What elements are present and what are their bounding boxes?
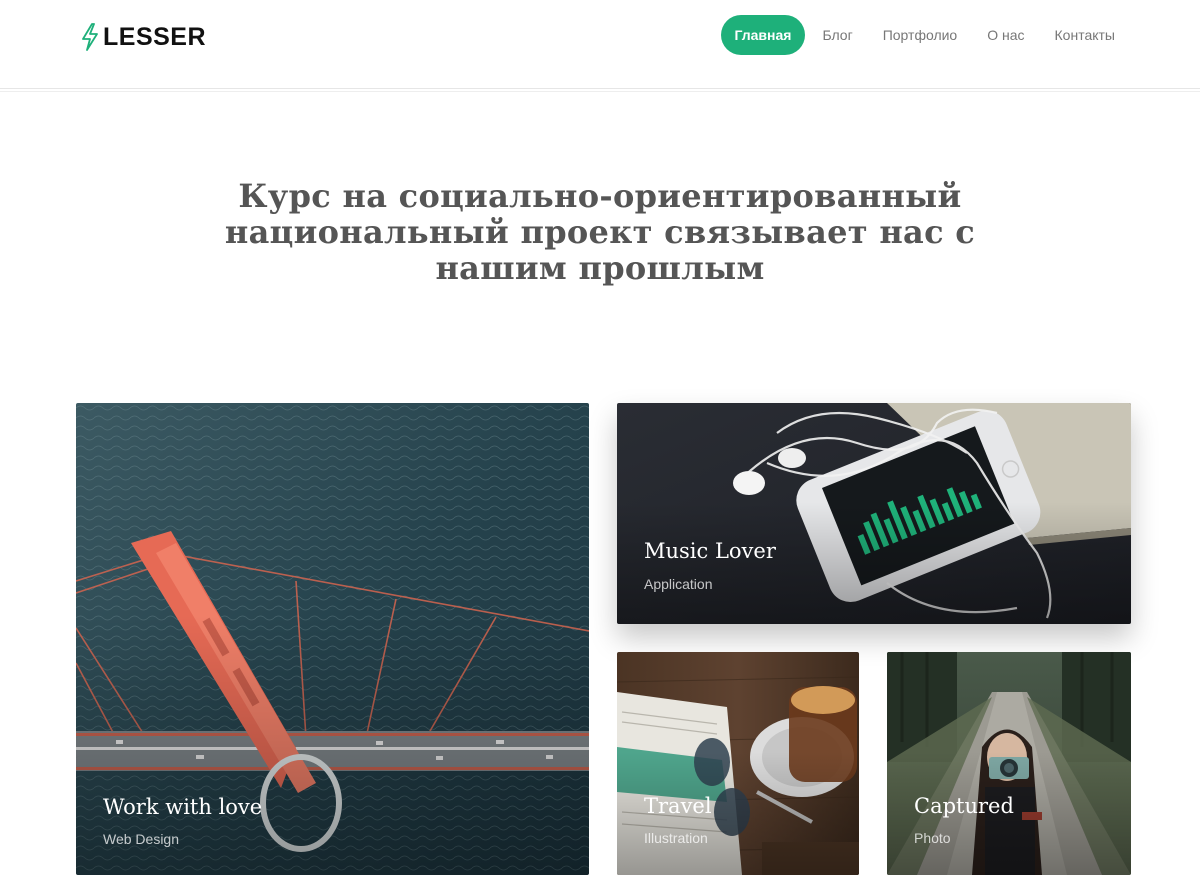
card-title: Travel xyxy=(644,794,712,818)
hero-line-2: национальный проект связывает нас с xyxy=(224,213,976,251)
hero-heading: Курс на социально-ориентированный национ… xyxy=(200,178,1000,286)
card-category: Photo xyxy=(914,830,951,846)
portfolio-card-music-lover[interactable]: Music Lover Application xyxy=(617,403,1131,624)
hero-line-3: нашим прошлым xyxy=(435,249,765,287)
card-title: Music Lover xyxy=(644,539,776,563)
portfolio-card-travel[interactable]: Travel Illustration xyxy=(617,652,859,875)
card-category: Application xyxy=(644,576,713,592)
nav-item-about[interactable]: О нас xyxy=(972,15,1039,55)
header-divider xyxy=(0,88,1200,92)
brand-name: LESSER xyxy=(103,22,207,51)
brand-logo[interactable]: LESSER xyxy=(80,22,206,52)
nav-item-contacts[interactable]: Контакты xyxy=(1040,15,1130,55)
card-category: Illustration xyxy=(644,830,708,846)
card-category: Web Design xyxy=(103,831,180,847)
portfolio-card-work-with-love[interactable]: Work with love Web Design xyxy=(76,403,589,875)
portfolio-card-captured[interactable]: Captured Photo xyxy=(887,652,1131,875)
card-title: Work with love xyxy=(103,795,263,819)
site-header: LESSER Главная Блог Портфолио О нас Конт… xyxy=(0,0,1200,88)
hero-line-1: Курс на социально-ориентированный xyxy=(238,177,962,215)
main-nav: Главная Блог Портфолио О нас Контакты xyxy=(720,15,1130,55)
nav-item-home[interactable]: Главная xyxy=(720,15,806,55)
nav-item-blog[interactable]: Блог xyxy=(807,15,867,55)
card-title: Captured xyxy=(914,794,1014,818)
nav-item-portfolio[interactable]: Портфолио xyxy=(868,15,973,55)
bolt-icon xyxy=(82,23,98,51)
